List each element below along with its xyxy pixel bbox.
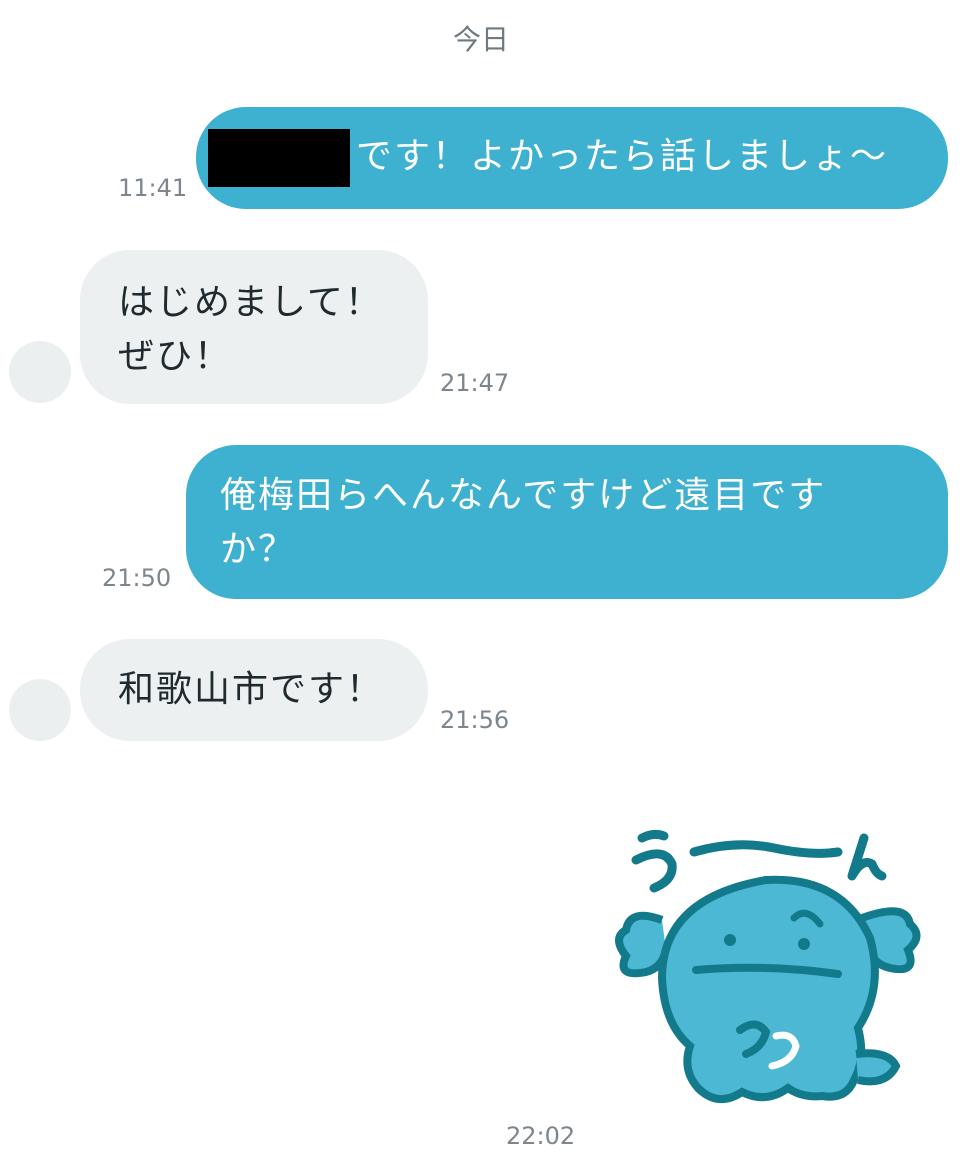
message-time: 21:50 (102, 564, 172, 592)
message-text-line: ぜひ！ (118, 336, 233, 377)
avatar[interactable] (9, 679, 71, 741)
message-time: 22:02 (506, 1122, 576, 1150)
message-bubble-outgoing[interactable]: です！よかったら話しましょ〜 (196, 107, 948, 209)
message-time: 11:41 (118, 174, 188, 202)
message-text: です！よかったら話しましょ〜 (356, 136, 889, 177)
message-text-line: はじめまして！ (118, 282, 383, 323)
sticker-image[interactable] (606, 818, 926, 1118)
message-time: 21:47 (440, 369, 510, 397)
message-text-line: 俺梅田らへんなんですけど遠目です (220, 475, 827, 516)
date-label: 今日 (452, 23, 509, 56)
message-time: 21:56 (440, 706, 510, 734)
message-text-line: か？ (220, 529, 297, 570)
message-text: 和歌山市です！ (118, 669, 385, 710)
message-bubble-incoming[interactable]: 和歌山市です！ (80, 639, 428, 741)
redaction-box (208, 129, 350, 187)
message-bubble-outgoing[interactable]: 俺梅田らへんなんですけど遠目です か？ (186, 445, 948, 599)
message-bubble-incoming[interactable]: はじめまして！ ぜひ！ (80, 250, 428, 404)
avatar[interactable] (9, 341, 71, 403)
